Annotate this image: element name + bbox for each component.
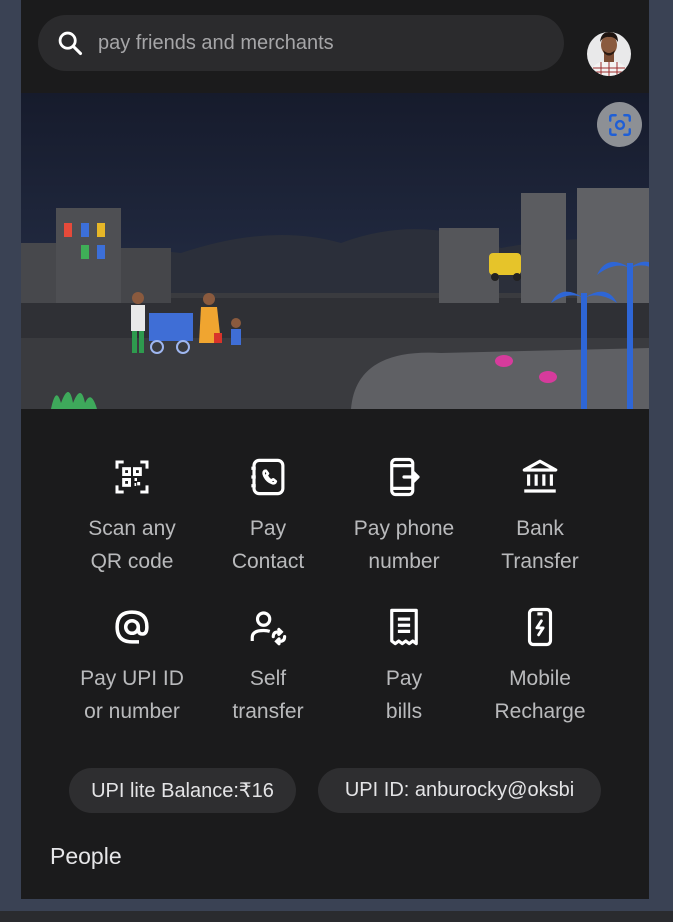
action-label: Pay UPI ID — [80, 667, 184, 690]
phone-forward-icon — [390, 457, 420, 497]
action-label: Pay — [249, 517, 287, 540]
app-panel: pay friends and merchants Scan any QR co… — [21, 0, 649, 899]
people-section-title: People — [50, 843, 122, 869]
action-label: Contact — [231, 550, 305, 573]
action-label: number — [368, 550, 440, 573]
search-placeholder[interactable]: pay friends and merchants — [98, 32, 334, 55]
mobile-recharge-icon — [527, 607, 553, 647]
hero-banner-illustration — [21, 93, 649, 409]
bank-icon — [522, 459, 558, 493]
contact-phone-icon — [251, 458, 285, 496]
action-label: Pay phone — [353, 517, 455, 540]
lens-scan-button[interactable] — [597, 102, 642, 147]
qr-scan-icon — [115, 460, 149, 494]
action-label: or number — [84, 700, 180, 723]
action-label: bills — [385, 700, 423, 723]
action-bank-transfer[interactable]: Bank Transfer — [472, 450, 608, 578]
lens-scan-icon — [608, 113, 631, 136]
action-label: Recharge — [494, 700, 586, 723]
bottom-edge — [0, 911, 673, 922]
avatar[interactable] — [587, 20, 631, 76]
upi-id-chip[interactable]: UPI ID: anburocky@oksbi — [318, 768, 601, 813]
action-label: Pay — [385, 667, 423, 690]
self-transfer-icon — [250, 611, 287, 646]
action-mobile-recharge[interactable]: Mobile Recharge — [472, 600, 608, 728]
action-pay-bills[interactable]: Pay bills — [336, 600, 472, 728]
action-label: transfer — [232, 700, 304, 723]
at-sign-icon — [115, 610, 149, 644]
action-self-transfer[interactable]: Self transfer — [200, 600, 336, 728]
bill-receipt-icon — [390, 608, 418, 646]
search-bar[interactable]: pay friends and merchants — [38, 15, 564, 71]
action-label: Transfer — [501, 550, 579, 573]
action-label: QR code — [90, 550, 174, 573]
action-pay-upi-id[interactable]: Pay UPI ID or number — [64, 600, 200, 728]
upi-lite-balance-chip[interactable]: UPI lite Balance:₹16 — [69, 768, 296, 813]
action-pay-phone[interactable]: Pay phone number — [336, 450, 472, 578]
search-icon — [58, 31, 83, 56]
action-label: Self — [249, 667, 287, 690]
action-label: Mobile — [509, 667, 571, 690]
action-label: Bank — [516, 517, 564, 540]
action-pay-contact[interactable]: Pay Contact — [200, 450, 336, 578]
quick-actions-grid: Scan any QR code Pay Contact Pay phone n… — [64, 450, 608, 728]
action-scan-qr[interactable]: Scan any QR code — [64, 450, 200, 578]
action-label: Scan any — [88, 517, 176, 540]
